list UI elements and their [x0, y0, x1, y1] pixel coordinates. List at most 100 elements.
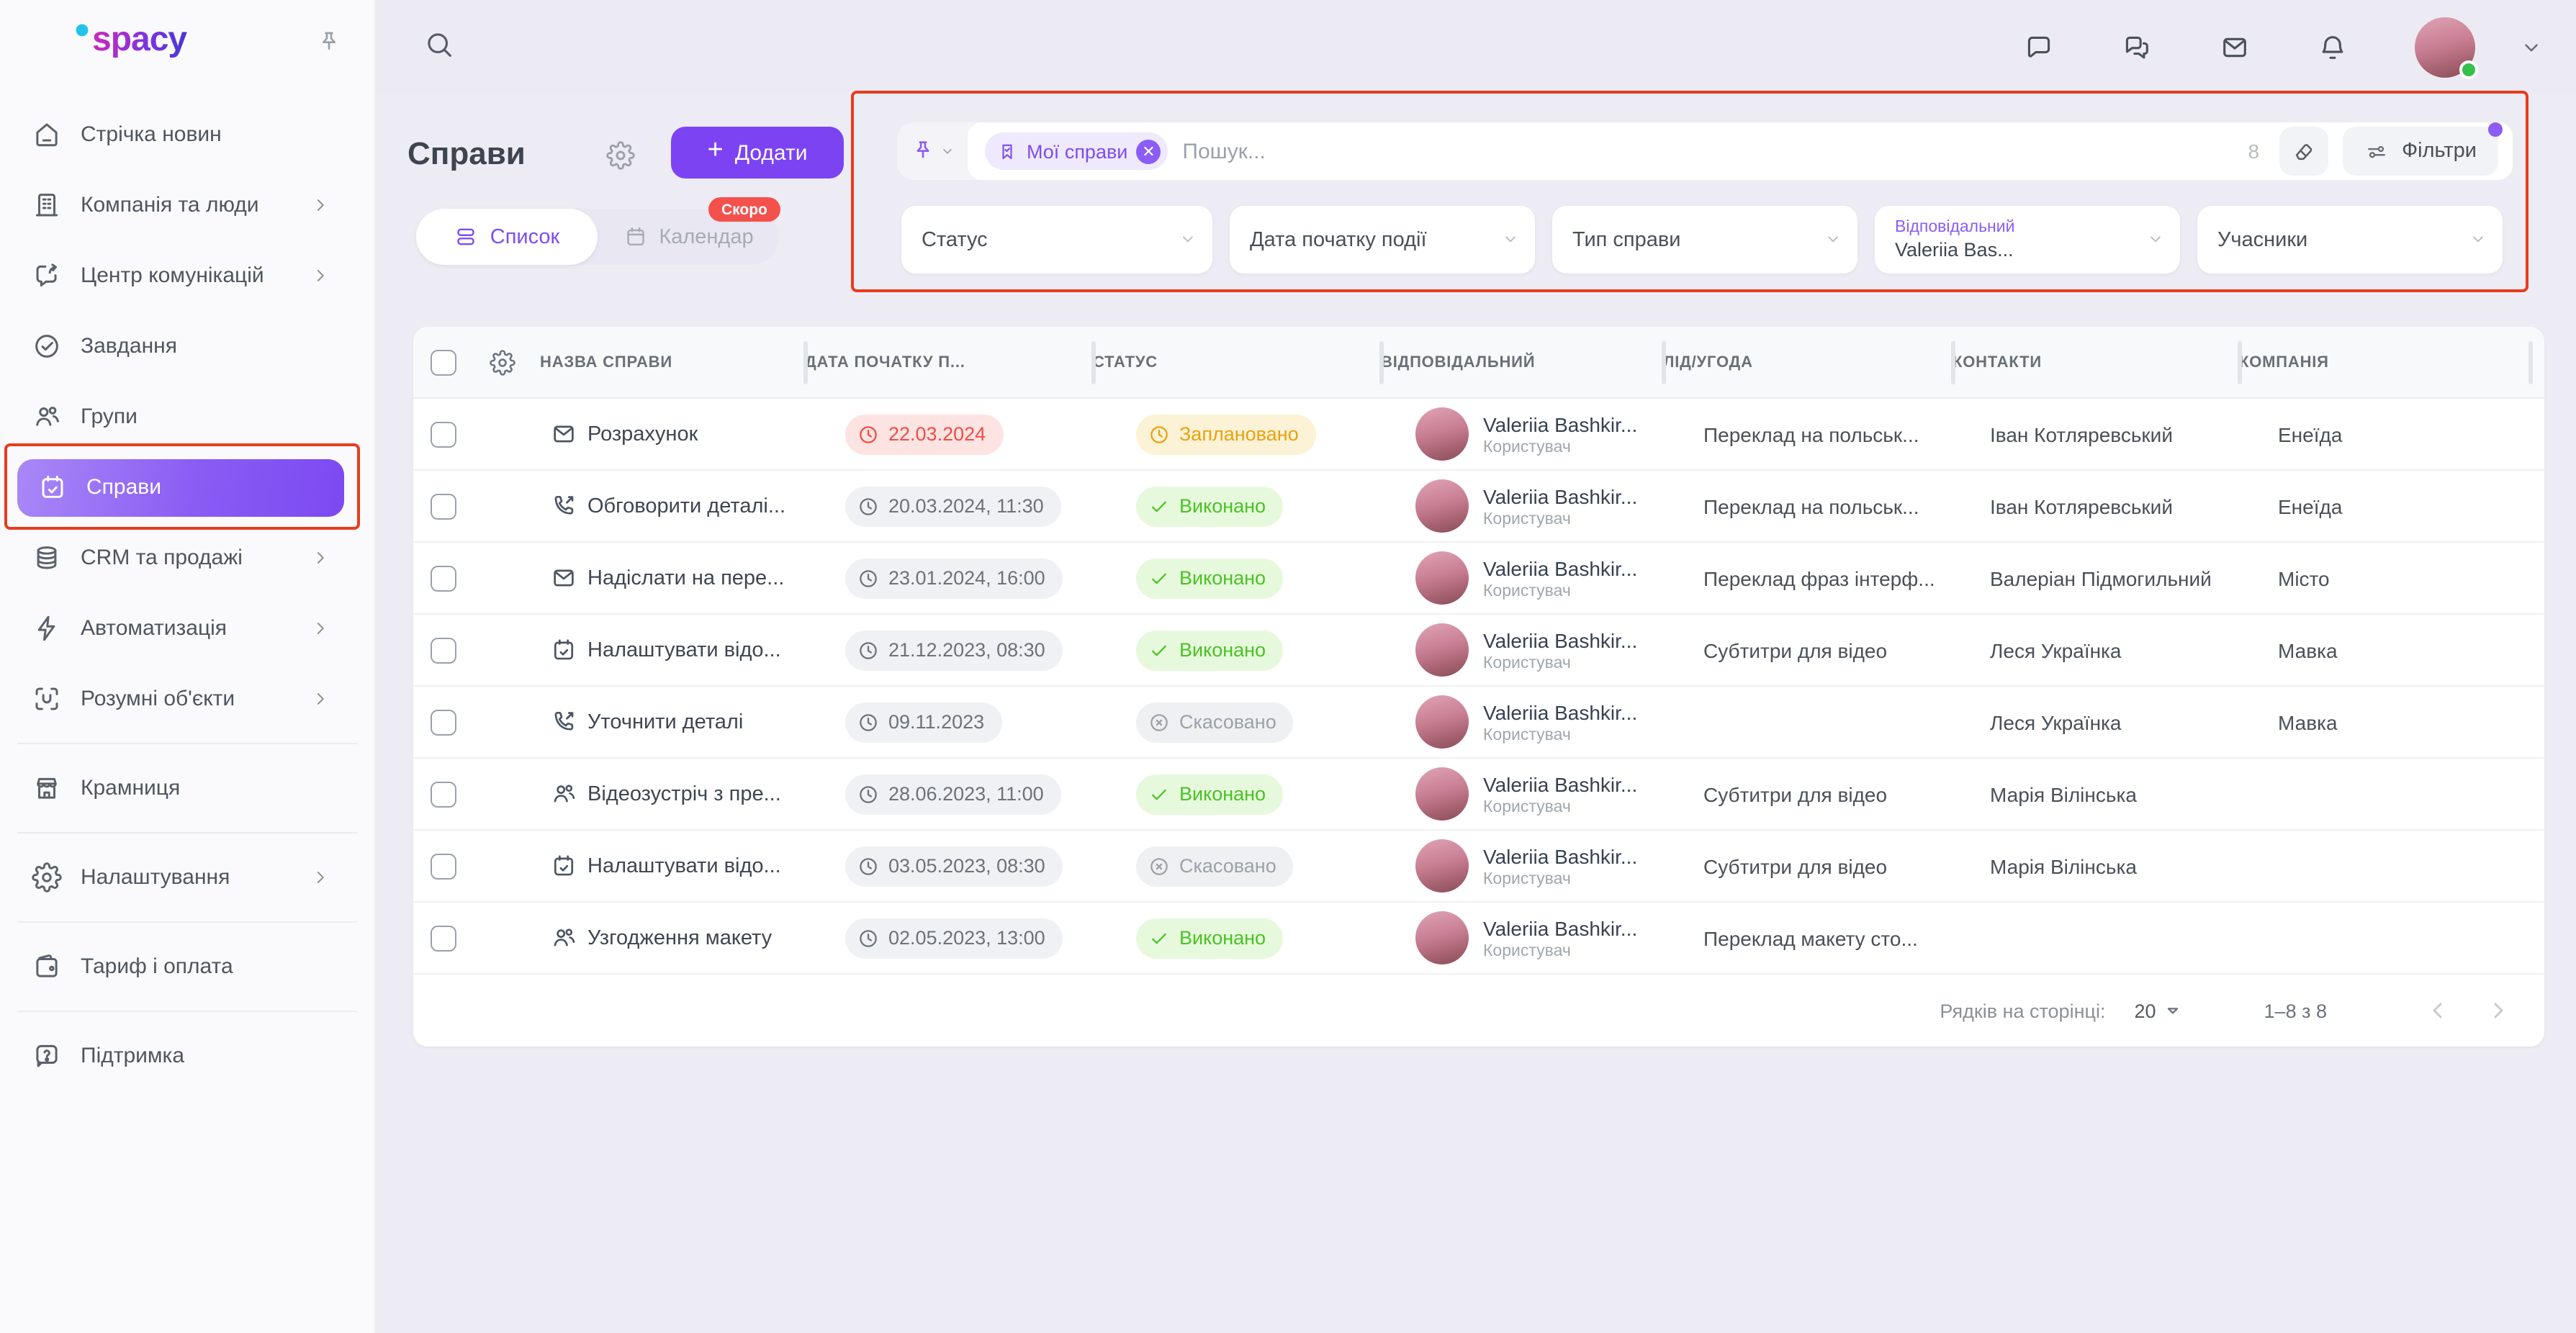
sidebar-item-support[interactable]: Підтримка	[0, 1021, 374, 1091]
sidebar-item-label: Розумні об'єкти	[81, 687, 235, 711]
column-resize-handle[interactable]	[2238, 341, 2242, 384]
sidebar-item-settings[interactable]: Налаштування	[0, 842, 374, 913]
bell-icon[interactable]	[2317, 31, 2348, 63]
sidebar-item-groups[interactable]: Групи	[0, 381, 374, 452]
sidebar-item-crm[interactable]: CRM та продажі	[0, 523, 374, 593]
sidebar-item-label: Компанія та люди	[81, 193, 259, 217]
column-header[interactable]: КОМПАНІЯ	[2239, 353, 2544, 371]
column-resize-handle[interactable]	[1379, 341, 1384, 384]
add-button-label: Додати	[735, 140, 808, 165]
sidebar-item-tasks[interactable]: Завдання	[0, 311, 374, 381]
filter-pin-control[interactable]	[897, 138, 968, 164]
column-header[interactable]: ДАТА ПОЧАТКУ П...	[805, 353, 1093, 371]
select-all-checkbox[interactable]	[431, 349, 456, 375]
row-checkbox[interactable]	[431, 709, 456, 735]
sidebar-item-activities[interactable]: Справи	[17, 458, 344, 516]
sidebar-item-billing[interactable]: Тариф і оплата	[0, 931, 374, 1002]
sidebar-divider	[17, 832, 357, 833]
sidebar-pin-icon[interactable]	[315, 29, 343, 56]
column-resize-handle[interactable]	[803, 341, 808, 384]
column-header[interactable]: НАЗВА СПРАВИ	[540, 353, 805, 371]
contact: Іван Котляревський	[1953, 423, 2239, 446]
table-row[interactable]: Узгодження макету02.05.2023, 13:00Викона…	[413, 903, 2544, 975]
table-settings-gear-icon[interactable]	[490, 349, 515, 375]
logo-u-icon	[40, 16, 89, 65]
avatar[interactable]	[2415, 17, 2475, 77]
search-icon[interactable]	[423, 29, 455, 60]
table-row[interactable]: Розрахунок22.03.2024ЗапланованоValeriia …	[413, 399, 2544, 471]
filters-active-dot	[2488, 122, 2503, 137]
sidebar-item-automation[interactable]: Автоматизація	[0, 593, 374, 664]
filter-dropdown-4[interactable]: Відповідальний Valeriia Bas...	[1875, 206, 2180, 274]
column-resize-handle[interactable]	[2528, 341, 2533, 384]
next-page-icon[interactable]	[2484, 996, 2513, 1025]
responsible-role: Користувач	[1483, 582, 1637, 600]
eraser-icon	[2291, 138, 2317, 164]
search-field[interactable]: Мої справи ✕ 8 Фільтри	[968, 122, 2513, 180]
filter-dropdown-2[interactable]: Дата початку події	[1230, 206, 1535, 274]
column-resize-handle[interactable]	[1951, 341, 1955, 384]
responsible-name: Valeriia Bashkir...	[1483, 412, 1637, 435]
filter-dropdown-3[interactable]: Тип справи	[1552, 206, 1857, 274]
search-input[interactable]	[1182, 139, 2233, 163]
contact: Іван Котляревський	[1953, 494, 2239, 518]
contact: Леся Українка	[1953, 638, 2239, 661]
row-checkbox[interactable]	[431, 565, 456, 591]
profile-chevron-down-icon[interactable]	[2518, 34, 2544, 60]
page-settings-gear-icon[interactable]	[606, 141, 635, 170]
column-header[interactable]: СТАТУС	[1093, 353, 1381, 371]
status-icon	[1148, 566, 1171, 589]
chip-remove-icon[interactable]: ✕	[1136, 139, 1161, 163]
rows-per-page-label: Рядків на сторінці:	[1940, 1000, 2105, 1021]
view-tabs: Список Календар Скоро	[416, 209, 779, 265]
comment-icon[interactable]	[2023, 31, 2055, 63]
scan-icon	[32, 684, 62, 714]
filter-dropdown-1[interactable]: Статус	[901, 206, 1212, 274]
rows-per-page-select[interactable]: 20	[2134, 999, 2184, 1022]
tab-list[interactable]: Список	[416, 209, 598, 265]
mail-icon[interactable]	[2219, 31, 2251, 63]
filter-chip-my-activities[interactable]: Мої справи ✕	[985, 132, 1168, 170]
column-header[interactable]: ЛІД/УГОДА	[1663, 353, 1953, 371]
mail-activity-icon	[550, 564, 577, 592]
start-date-badge: 03.05.2023, 08:30	[845, 846, 1063, 886]
table-row[interactable]: Надіслати на пере...23.01.2024, 16:00Вик…	[413, 543, 2544, 615]
messenger-icon[interactable]	[2121, 31, 2153, 63]
sidebar-item-comms[interactable]: Центр комунікацій	[0, 240, 374, 311]
sidebar-item-label: Підтримка	[81, 1044, 184, 1068]
filters-button[interactable]: Фільтри	[2343, 127, 2498, 176]
table-row[interactable]: Уточнити деталі09.11.2023СкасованоValeri…	[413, 687, 2544, 759]
row-checkbox[interactable]	[431, 925, 456, 951]
lead-deal: Переклад на польськ...	[1663, 423, 1953, 446]
sidebar-item-company[interactable]: Компанія та люди	[0, 170, 374, 240]
responsible-avatar	[1415, 623, 1469, 677]
row-checkbox[interactable]	[431, 637, 456, 663]
table-row[interactable]: Обговорити деталі...20.03.2024, 11:30Вик…	[413, 471, 2544, 543]
uspacy-logo[interactable]: spacy	[40, 16, 186, 65]
table-row[interactable]: Відеозустріч з пре...28.06.2023, 11:00Ви…	[413, 759, 2544, 831]
responsible-role: Користувач	[1483, 438, 1637, 456]
sidebar-item-objects[interactable]: Розумні об'єкти	[0, 664, 374, 734]
wallet-icon	[32, 952, 62, 982]
sidebar-item-news[interactable]: Стрічка новин	[0, 99, 374, 170]
row-checkbox[interactable]	[431, 493, 456, 519]
sidebar-item-store[interactable]: Крамниця	[0, 753, 374, 823]
column-resize-handle[interactable]	[1662, 341, 1666, 384]
column-resize-handle[interactable]	[1091, 341, 1096, 384]
status-badge: Скасовано	[1136, 846, 1294, 886]
previous-page-icon[interactable]	[2423, 996, 2452, 1025]
row-checkbox[interactable]	[431, 421, 456, 447]
responsible-role: Користувач	[1483, 942, 1637, 959]
filter-dropdown-5[interactable]: Учасники	[2197, 206, 2503, 274]
clear-filters-button[interactable]	[2279, 127, 2328, 176]
company: Місто	[2239, 566, 2544, 589]
add-button[interactable]: + Додати	[671, 127, 844, 179]
row-checkbox[interactable]	[431, 781, 456, 807]
column-header[interactable]: ВІДПОВІДАЛЬНИЙ	[1381, 353, 1663, 371]
table-row[interactable]: Налаштувати відо...03.05.2023, 08:30Скас…	[413, 831, 2544, 903]
chevron-down-icon	[1500, 229, 1521, 249]
column-header[interactable]: КОНТАКТИ	[1953, 353, 2239, 371]
table-row[interactable]: Налаштувати відо...21.12.2023, 08:30Вико…	[413, 615, 2544, 687]
row-checkbox[interactable]	[431, 853, 456, 879]
company: Енеїда	[2239, 494, 2544, 518]
